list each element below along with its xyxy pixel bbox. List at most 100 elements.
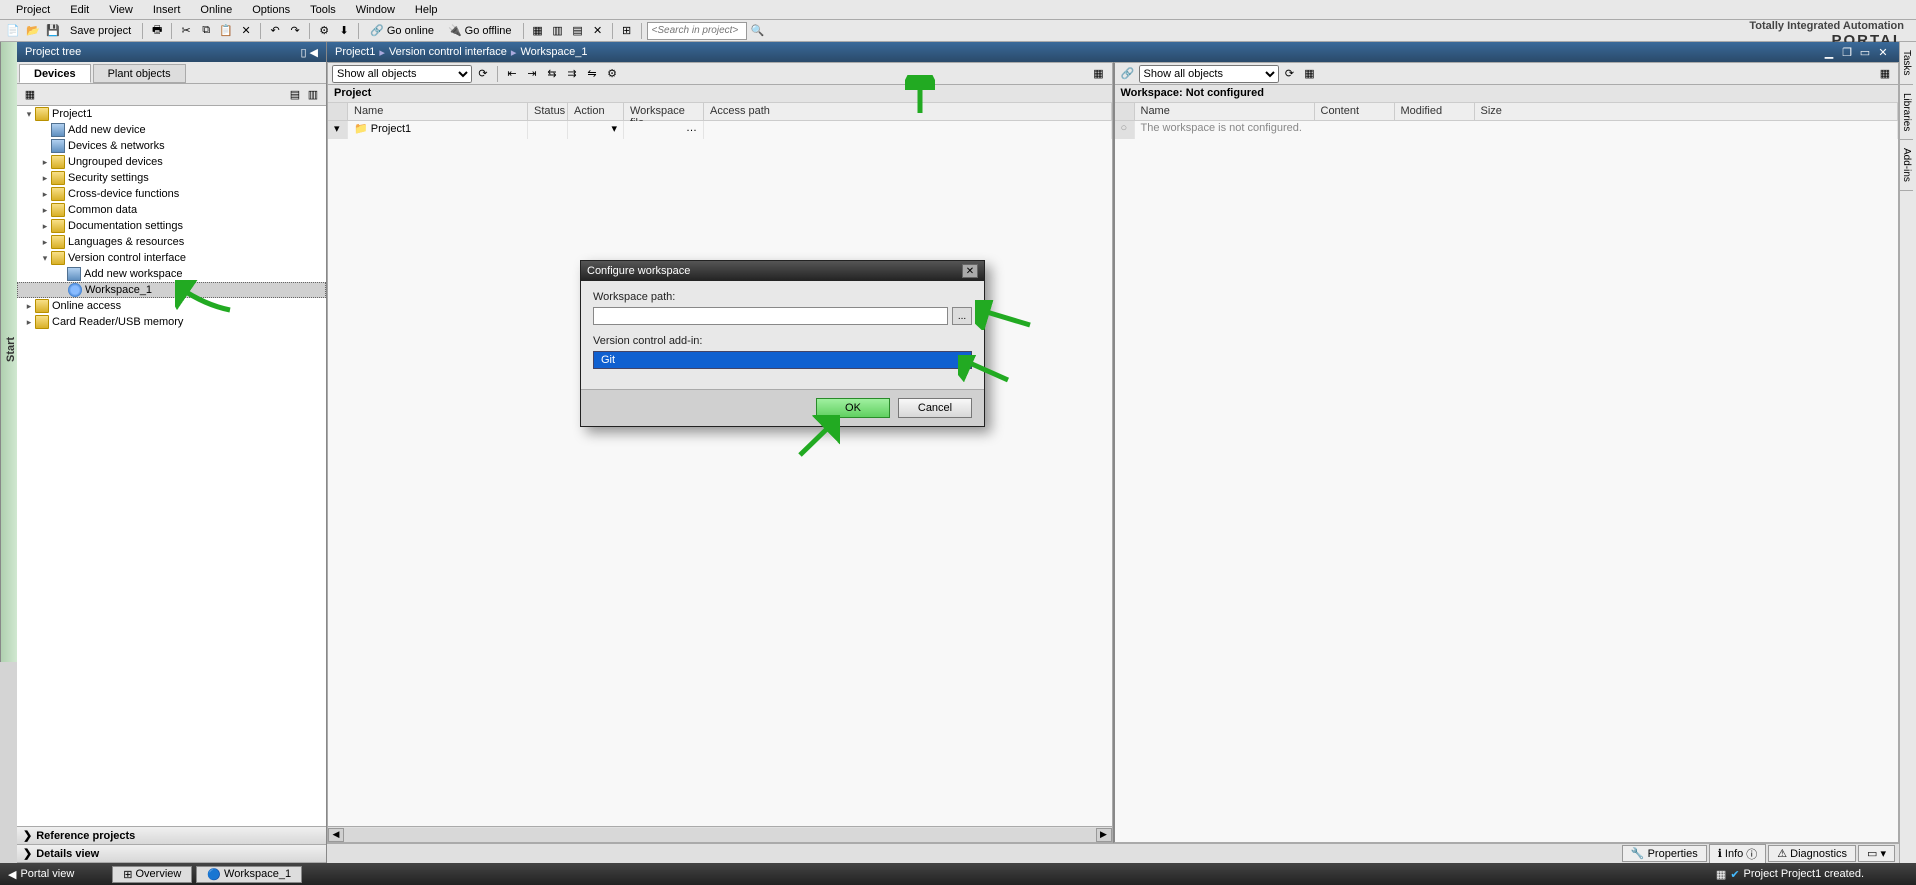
ws-opt-icon[interactable]: ▦ <box>1301 65 1319 83</box>
compare-icon[interactable]: ⇋ <box>583 65 601 83</box>
tool-icon-1[interactable]: ▦ <box>529 22 547 40</box>
menu-insert[interactable]: Insert <box>143 2 191 18</box>
go-offline-button[interactable]: 🔌 Go offline <box>442 22 518 39</box>
ws-link-icon[interactable]: 🔗 <box>1119 65 1137 83</box>
settings-icon[interactable]: ⚙ <box>603 65 621 83</box>
pane-opt-icon[interactable]: ▦ <box>1090 65 1108 83</box>
properties-button[interactable]: 🔧 Properties <box>1622 845 1707 862</box>
menu-options[interactable]: Options <box>242 2 300 18</box>
menu-tools[interactable]: Tools <box>300 2 346 18</box>
tree-item[interactable]: Add new device <box>17 122 326 138</box>
menu-window[interactable]: Window <box>346 2 405 18</box>
collapse-icon[interactable]: ▯ <box>300 46 306 59</box>
browse-button[interactable]: ... <box>952 307 972 325</box>
portal-view-arrow-icon[interactable]: ◀ <box>8 868 16 881</box>
tree-refresh-icon[interactable]: ▦ <box>21 86 39 104</box>
ok-button[interactable]: OK <box>816 398 890 418</box>
tab-devices[interactable]: Devices <box>19 64 91 83</box>
tree-item[interactable]: Devices & networks <box>17 138 326 154</box>
menu-view[interactable]: View <box>99 2 143 18</box>
menu-online[interactable]: Online <box>190 2 242 18</box>
sync-right-icon[interactable]: ⇥ <box>523 65 541 83</box>
pin-icon[interactable]: ◀ <box>310 46 318 59</box>
sync-all-icon[interactable]: ⇉ <box>563 65 581 83</box>
menu-edit[interactable]: Edit <box>60 2 99 18</box>
workspace-grid[interactable]: ○ The workspace is not configured. <box>1115 121 1899 842</box>
save-icon[interactable]: 💾 <box>44 22 62 40</box>
ws-pane-opt-icon[interactable]: ▦ <box>1876 65 1894 83</box>
open-icon[interactable]: 📂 <box>24 22 42 40</box>
delete-icon[interactable]: ✕ <box>237 22 255 40</box>
cancel-button[interactable]: Cancel <box>898 398 972 418</box>
scroll-right-icon[interactable]: ▶ <box>1096 828 1112 842</box>
search-input[interactable] <box>647 22 747 40</box>
copy-icon[interactable]: ⧉ <box>197 22 215 40</box>
compile-icon[interactable]: ⚙ <box>315 22 333 40</box>
crumb-2[interactable]: Version control interface <box>389 46 507 58</box>
libraries-tab[interactable]: Libraries <box>1900 85 1913 140</box>
tasks-tab[interactable]: Tasks <box>1900 42 1913 85</box>
tree-item[interactable]: ▸Cross-device functions <box>17 186 326 202</box>
save-project-button[interactable]: Save project <box>64 23 137 39</box>
tool-icon-2[interactable]: ▥ <box>549 22 567 40</box>
info-button[interactable]: ℹ Info ⓘ <box>1709 844 1767 864</box>
project-grid[interactable]: ▾ 📁 Project1 ▾ … <box>328 121 1112 826</box>
scroll-left-icon[interactable]: ◀ <box>328 828 344 842</box>
cut-icon[interactable]: ✂ <box>177 22 195 40</box>
addins-tab[interactable]: Add-ins <box>1900 140 1913 191</box>
workspace-filter-select[interactable]: Show all objects <box>1139 65 1279 83</box>
addin-select[interactable]: Git <box>593 351 972 369</box>
refresh-icon[interactable]: ⟳ <box>474 65 492 83</box>
new-icon[interactable]: 📄 <box>4 22 22 40</box>
workspace-path-input[interactable] <box>593 307 948 325</box>
tree-item[interactable]: ▸Languages & resources <box>17 234 326 250</box>
search-go-icon[interactable]: 🔍 <box>749 22 767 40</box>
project-hscroll[interactable]: ◀ ▶ <box>328 826 1112 842</box>
paste-icon[interactable]: 📋 <box>217 22 235 40</box>
project-filter-select[interactable]: Show all objects <box>332 65 472 83</box>
sync-left-icon[interactable]: ⇤ <box>503 65 521 83</box>
tab-plant[interactable]: Plant objects <box>93 64 186 83</box>
tree-item[interactable]: ▸Documentation settings <box>17 218 326 234</box>
redo-icon[interactable]: ↷ <box>286 22 304 40</box>
tree-item[interactable]: ▾Version control interface <box>17 250 326 266</box>
tree-view-icon-2[interactable]: ▥ <box>304 86 322 104</box>
tree-item[interactable]: Workspace_1 <box>17 282 326 298</box>
crumb-3[interactable]: Workspace_1 <box>520 46 587 58</box>
prop-opt-button[interactable]: ▭ ▾ <box>1858 845 1895 862</box>
diagnostics-button[interactable]: ⚠ Diagnostics <box>1768 845 1856 862</box>
tree-item[interactable]: ▸Online access <box>17 298 326 314</box>
tree-item[interactable]: ▸Common data <box>17 202 326 218</box>
details-view-section[interactable]: ❯Details view <box>17 845 326 863</box>
sync-both-icon[interactable]: ⇆ <box>543 65 561 83</box>
project-tree[interactable]: ▾Project1Add new deviceDevices & network… <box>17 106 326 826</box>
go-online-button[interactable]: 🔗 Go online <box>364 22 440 39</box>
window-max-icon[interactable]: ▭ <box>1857 46 1873 59</box>
tree-item[interactable]: ▸Card Reader/USB memory <box>17 314 326 330</box>
dialog-close-icon[interactable]: ✕ <box>962 264 978 278</box>
start-tab[interactable]: Start <box>0 42 17 662</box>
menu-help[interactable]: Help <box>405 2 448 18</box>
overview-tab-bottom[interactable]: ⊞ Overview <box>112 866 192 883</box>
download-icon[interactable]: ⬇ <box>335 22 353 40</box>
ws-refresh-icon[interactable]: ⟳ <box>1281 65 1299 83</box>
reference-projects-section[interactable]: ❯Reference projects <box>17 827 326 845</box>
portal-view-link[interactable]: Portal view <box>20 868 74 880</box>
tree-view-icon-1[interactable]: ▤ <box>286 86 304 104</box>
tool-icon-3[interactable]: ▤ <box>569 22 587 40</box>
workspace-tab-bottom[interactable]: 🔵 Workspace_1 <box>196 866 302 883</box>
tree-item[interactable]: ▸Security settings <box>17 170 326 186</box>
print-icon[interactable]: 🖶 <box>148 22 166 40</box>
tree-item[interactable]: Add new workspace <box>17 266 326 282</box>
window-restore-icon[interactable]: ❐ <box>1839 46 1855 59</box>
tree-item[interactable]: ▾Project1 <box>17 106 326 122</box>
tool-close-icon[interactable]: ✕ <box>589 22 607 40</box>
undo-icon[interactable]: ↶ <box>266 22 284 40</box>
table-row[interactable]: ▾ 📁 Project1 ▾ … <box>328 121 1112 139</box>
tree-item[interactable]: ▸Ungrouped devices <box>17 154 326 170</box>
window-close-icon[interactable]: ✕ <box>1875 46 1891 59</box>
window-minimize-icon[interactable]: ▁ <box>1821 46 1837 59</box>
crumb-1[interactable]: Project1 <box>335 46 375 58</box>
tool-icon-4[interactable]: ⊞ <box>618 22 636 40</box>
menu-project[interactable]: Project <box>6 2 60 18</box>
